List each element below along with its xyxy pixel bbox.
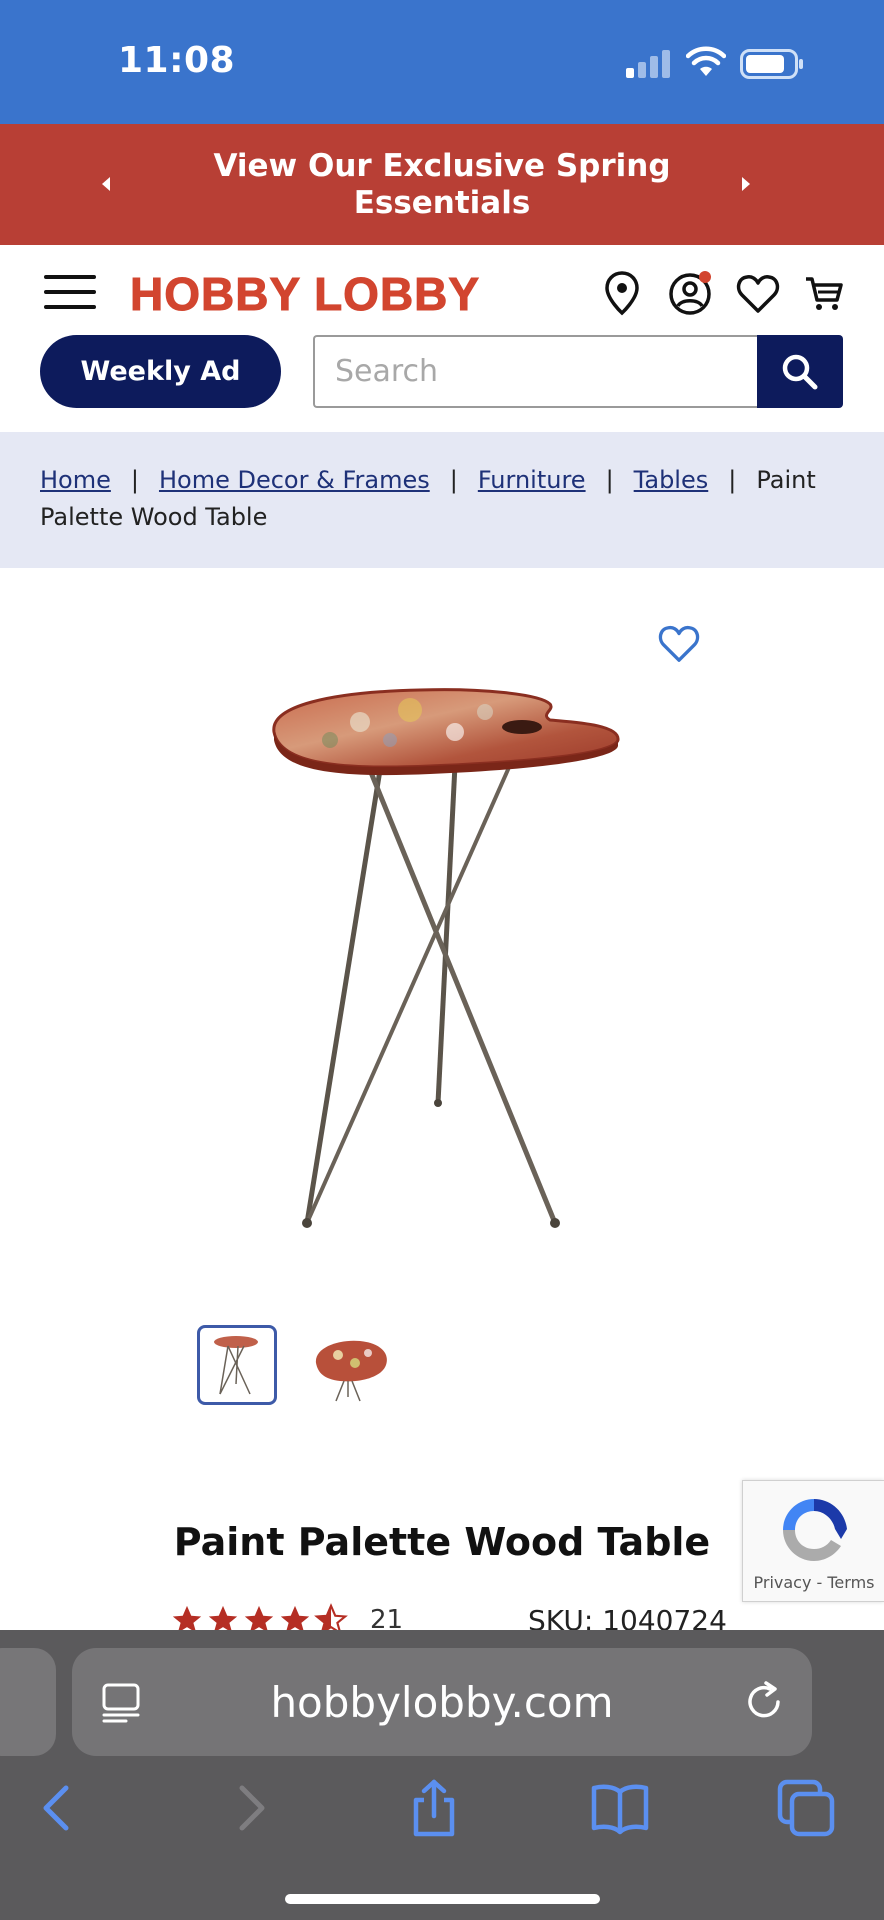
breadcrumb-separator: | xyxy=(130,466,139,494)
search-icon xyxy=(782,354,818,389)
promo-text[interactable]: View Our Exclusive Spring Essentials xyxy=(160,148,724,222)
thumbnail-table-image xyxy=(214,1336,258,1395)
forward-icon[interactable] xyxy=(220,1778,280,1838)
bookmarks-icon[interactable] xyxy=(590,1778,650,1838)
url-text[interactable]: hobbylobby.com xyxy=(72,1678,812,1727)
promo-prev-button[interactable] xyxy=(88,166,124,202)
share-icon[interactable] xyxy=(404,1778,464,1838)
previous-tab-peek[interactable] xyxy=(0,1648,56,1756)
hamburger-icon[interactable] xyxy=(44,275,96,315)
promo-next-button[interactable] xyxy=(728,166,764,202)
account-icon[interactable] xyxy=(666,269,714,317)
back-icon[interactable] xyxy=(28,1778,88,1838)
recaptcha-links[interactable]: Privacy - Terms xyxy=(743,1573,884,1592)
location-pin-icon[interactable] xyxy=(598,269,646,317)
status-time: 11:08 xyxy=(118,40,236,81)
product-image[interactable] xyxy=(250,670,650,1240)
breadcrumb-separator: | xyxy=(449,466,458,494)
thumbnail-palette-image xyxy=(315,1340,387,1402)
product-thumbnail-1[interactable] xyxy=(197,1325,277,1405)
tabs-icon[interactable] xyxy=(776,1778,836,1838)
caret-right-icon xyxy=(742,177,750,191)
cart-icon[interactable] xyxy=(800,269,848,317)
breadcrumb: Home | Home Decor & Frames | Furniture | Table… xyxy=(0,432,884,568)
signal-icon xyxy=(626,50,670,78)
breadcrumb-separator: | xyxy=(728,466,737,494)
caret-left-icon xyxy=(102,177,110,191)
search-input[interactable] xyxy=(313,335,757,408)
breadcrumb-separator: | xyxy=(605,466,614,494)
site-header: HOBBY LOBBY Weekly Ad xyxy=(0,245,884,432)
heart-icon[interactable] xyxy=(734,269,782,317)
recaptcha-badge[interactable]: Privacy - Terms xyxy=(742,1480,884,1602)
battery-icon xyxy=(740,49,803,79)
browser-toolbar: hobbylobby.com xyxy=(0,1630,884,1920)
recaptcha-icon xyxy=(783,1499,847,1561)
breadcrumb-tables[interactable]: Tables xyxy=(634,466,709,494)
address-bar[interactable]: hobbylobby.com xyxy=(72,1648,812,1756)
reload-icon[interactable] xyxy=(742,1680,786,1724)
site-logo[interactable]: HOBBY LOBBY xyxy=(129,267,480,321)
breadcrumb-home[interactable]: Home xyxy=(40,466,111,494)
breadcrumb-furniture[interactable]: Furniture xyxy=(478,466,586,494)
wishlist-heart-icon[interactable] xyxy=(656,622,702,664)
product-thumbnail-2[interactable] xyxy=(310,1325,390,1405)
promo-banner: View Our Exclusive Spring Essentials xyxy=(0,124,884,245)
weekly-ad-button[interactable]: Weekly Ad xyxy=(40,335,281,408)
wifi-icon xyxy=(686,46,726,76)
home-indicator xyxy=(285,1894,600,1904)
search-button[interactable] xyxy=(757,335,843,408)
breadcrumb-home-decor[interactable]: Home Decor & Frames xyxy=(159,466,430,494)
status-bar: 11:08 xyxy=(0,0,884,124)
